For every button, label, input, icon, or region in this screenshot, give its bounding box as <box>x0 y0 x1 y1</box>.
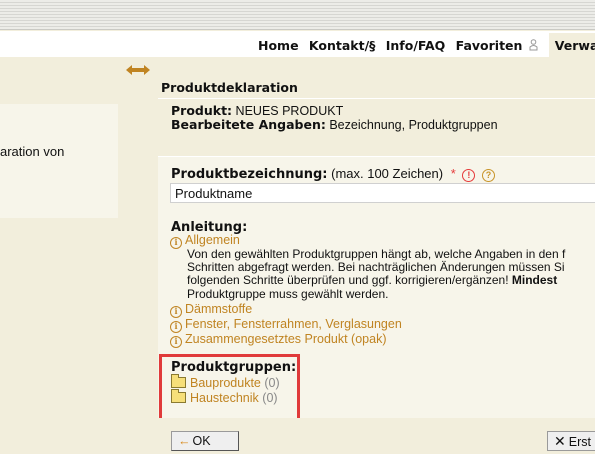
nav-verwaltung[interactable]: Verwalt <box>548 33 595 59</box>
nav-kontakt[interactable]: Kontakt/§ <box>309 38 375 53</box>
nav-info-faq[interactable]: Info/FAQ <box>386 38 446 53</box>
info-link-zusammengesetzt[interactable]: i Zusammengesetztes Produkt (opak) <box>170 332 386 348</box>
person-icon <box>529 39 538 51</box>
product-label: Produkt: <box>171 103 233 118</box>
info-link-fenster[interactable]: i Fenster, Fensterrahmen, Verglasungen <box>170 317 402 333</box>
info-link-daemmstoffe[interactable]: i Dämmstoffe <box>170 302 252 318</box>
highlight-box <box>159 354 300 422</box>
instructions-line-3: folgenden Schritte überprüfen und ggf. k… <box>187 274 595 287</box>
required-mark: * <box>450 166 456 181</box>
instructions-line-3-bold: Mindest <box>511 273 558 288</box>
close-icon: ✕ <box>554 433 566 449</box>
instructions-line-3-text: folgenden Schritte überprüfen und ggf. k… <box>187 273 509 288</box>
left-panel <box>0 104 118 218</box>
ok-button[interactable]: ← OK <box>171 431 239 451</box>
general-link-label: Allgemein <box>185 233 240 247</box>
page-title: Produktdeklaration <box>161 80 298 95</box>
instructions-line-4: Produktgruppe muss gewählt werden. <box>187 286 389 301</box>
top-stripe <box>0 0 595 30</box>
expand-info-icon: i <box>170 237 182 249</box>
next-button-label: Erst <box>568 435 591 449</box>
warning-icon[interactable]: ! <box>462 169 476 182</box>
product-name-input[interactable] <box>170 183 595 203</box>
name-field-label: Produktbezeichnung: (max. 100 Zeichen) *… <box>171 166 496 182</box>
general-link[interactable]: i Allgemein <box>170 233 240 249</box>
name-label: Produktbezeichnung: <box>171 167 328 182</box>
next-button[interactable]: ✕ Erst <box>547 431 595 451</box>
ok-button-label: OK <box>192 434 211 448</box>
edited-row: Bearbeitete Angaben: Bezeichnung, Produk… <box>171 117 498 132</box>
edited-value: Bezeichnung, Produktgruppen <box>329 118 498 132</box>
info-link-label: Zusammengesetztes Produkt (opak) <box>185 332 387 346</box>
left-panel-text[interactable]: aration von <box>0 144 64 159</box>
info-link-label: Fenster, Fensterrahmen, Verglasungen <box>185 317 402 331</box>
product-value: NEUES PRODUKT <box>235 104 344 118</box>
resize-arrows-icon[interactable] <box>125 64 151 76</box>
product-row: Produkt: NEUES PRODUKT <box>171 103 343 118</box>
edited-label: Bearbeitete Angaben: <box>171 117 326 132</box>
instructions-text: Von den gewählten Produktgruppen hängt a… <box>187 248 595 301</box>
info-link-label: Dämmstoffe <box>185 302 253 316</box>
main-nav: Home Kontakt/§ Info/FAQ Favoriten Verwal… <box>0 31 595 59</box>
nav-links: Home Kontakt/§ Info/FAQ Favoriten Verwal… <box>258 33 595 59</box>
title-divider <box>158 98 595 99</box>
nav-favoriten-label: Favoriten <box>455 38 523 53</box>
nav-favoriten[interactable]: Favoriten <box>456 38 539 53</box>
info-icon: i <box>170 336 182 348</box>
arrow-left-icon: ← <box>178 434 191 448</box>
product-info: Produkt: NEUES PRODUKT Bearbeitete Angab… <box>158 103 595 141</box>
nav-home[interactable]: Home <box>258 38 299 53</box>
name-hint: (max. 100 Zeichen) <box>331 166 444 181</box>
help-icon[interactable]: ? <box>482 169 496 182</box>
